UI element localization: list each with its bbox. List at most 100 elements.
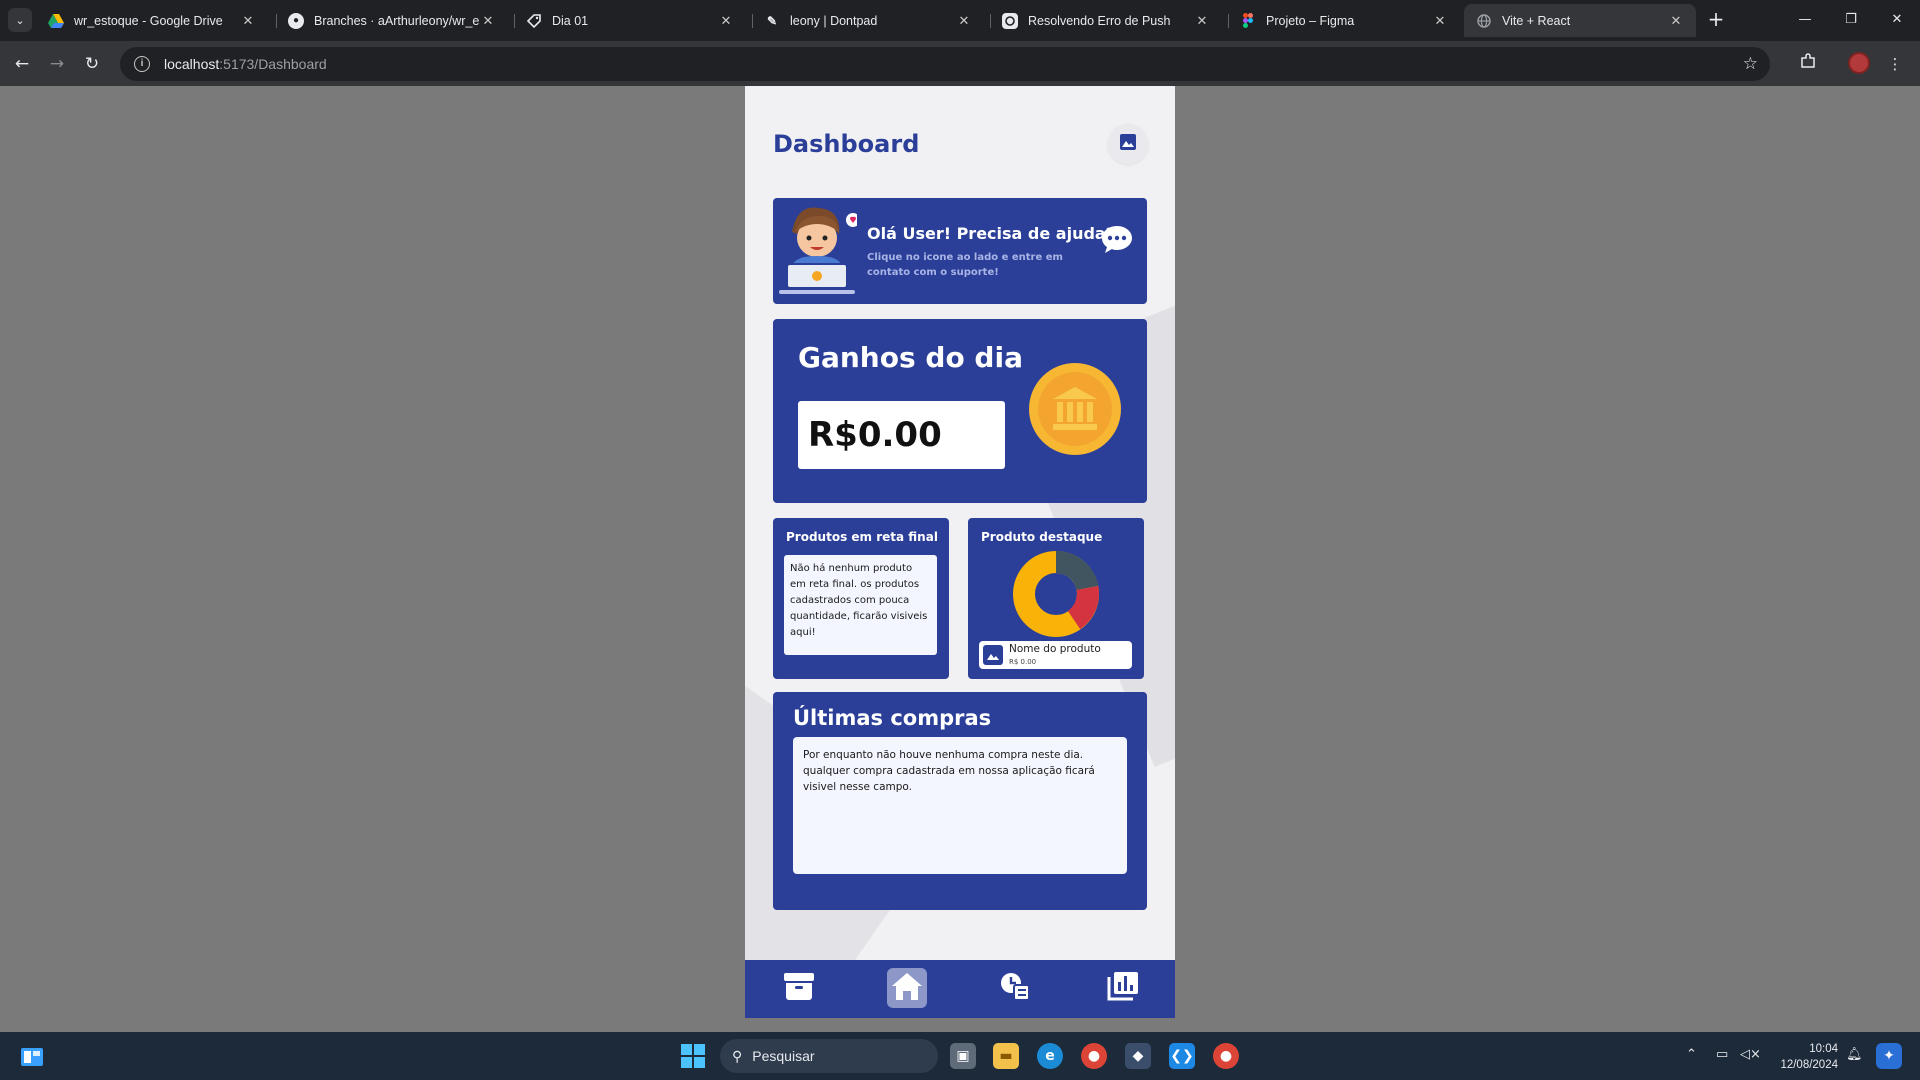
image-icon (983, 645, 1003, 665)
tab-title: Dia 01 (552, 13, 589, 28)
clock-date: 12/08/2024 (1780, 1059, 1838, 1071)
last-purchases-card: Últimas compras Por enquanto não houve n… (773, 692, 1147, 910)
tray-expand-icon[interactable]: ⌃ (1686, 1047, 1697, 1062)
app-header: Dashboard (773, 124, 1148, 184)
last-purchases-title: Últimas compras (793, 706, 992, 730)
home-icon (891, 971, 923, 1005)
final-products-card: Produtos em reta final Não há nenhum pro… (773, 518, 949, 679)
address-bar[interactable]: i localhost:5173/Dashboard ☆ (120, 47, 1770, 81)
widgets-icon[interactable] (20, 1045, 44, 1069)
final-products-title: Produtos em reta final (786, 530, 938, 544)
google-drive-icon (48, 13, 64, 29)
help-card: Olá User! Precisa de ajuda? Clique no ic… (773, 198, 1147, 304)
app-screen: Dashboard Olá User! Precisa de ajuda? Cl… (745, 86, 1175, 1018)
copilot-icon[interactable]: ✦ (1876, 1043, 1902, 1069)
chat-bubble-icon[interactable] (1101, 224, 1133, 258)
info-icon[interactable]: i (134, 56, 150, 72)
help-title: Olá User! Precisa de ajuda? (867, 224, 1115, 243)
network-icon[interactable]: ▭ (1716, 1047, 1728, 1062)
tab-github-branches[interactable]: ● Branches · aArthurleony/wr_esto ✕ (276, 4, 508, 37)
taskbar-clock[interactable]: 10:04 12/08/2024 (1774, 1041, 1838, 1073)
windows-start-icon[interactable] (680, 1043, 706, 1069)
earnings-title: Ganhos do dia (798, 341, 1023, 374)
tab-vite-react[interactable]: Vite + React ✕ (1464, 4, 1696, 37)
taskbar-search-placeholder: Pesquisar (752, 1048, 815, 1064)
edge-icon[interactable]: e (1037, 1043, 1063, 1069)
featured-donut-chart (1012, 550, 1100, 642)
close-icon[interactable]: ✕ (1432, 13, 1448, 29)
box-icon (783, 971, 815, 1005)
tab-dontpad[interactable]: ✎ leony | Dontpad ✕ (752, 4, 984, 37)
close-icon[interactable]: ✕ (718, 13, 734, 29)
earnings-value-box: R$0.00 (798, 401, 1005, 469)
back-button[interactable]: ← (10, 52, 34, 76)
tab-chatgpt[interactable]: Resolvendo Erro de Push ✕ (990, 4, 1222, 37)
taskbar-search[interactable]: ⚲ Pesquisar (720, 1039, 938, 1073)
profile-avatar[interactable] (1848, 52, 1870, 74)
earnings-value: R$0.00 (808, 415, 942, 455)
bookmark-star-icon[interactable]: ☆ (1743, 54, 1758, 74)
dontpad-icon: ✎ (766, 13, 778, 28)
product-price: R$ 0.00 (1009, 658, 1037, 666)
chrome-active-icon[interactable]: ● (1213, 1043, 1239, 1069)
nav-products-button[interactable] (779, 968, 819, 1008)
figma-icon (1240, 13, 1256, 29)
tab-dia-01[interactable]: Dia 01 ✕ (514, 4, 746, 37)
tab-title: leony | Dontpad (790, 13, 878, 28)
windows-taskbar: ⚲ Pesquisar ▣ ▬ e ● ◆ ❮❯ ● ⌃ ▭ ◁× 10:04 … (0, 1032, 1920, 1080)
browser-tab-bar: ⌄ wr_estoque - Google Drive ✕ ● Branches… (0, 0, 1920, 41)
tag-icon (526, 13, 542, 29)
clock-list-icon (999, 971, 1031, 1005)
bottom-navigation (745, 960, 1175, 1018)
tab-title: Projeto – Figma (1266, 13, 1355, 28)
app-icon[interactable]: ◆ (1125, 1043, 1151, 1069)
browser-menu-icon[interactable]: ⋮ (1884, 53, 1906, 75)
chatgpt-icon (1002, 12, 1018, 29)
nav-home-button[interactable] (887, 968, 927, 1008)
tab-title: wr_estoque - Google Drive (74, 13, 223, 28)
nav-history-button[interactable] (995, 968, 1035, 1008)
support-person-illustration (777, 202, 860, 302)
chrome-icon[interactable]: ● (1081, 1043, 1107, 1069)
close-icon[interactable]: ✕ (240, 13, 256, 29)
tab-title: Branches · aArthurleony/wr_esto (314, 13, 480, 28)
reload-button[interactable]: ↻ (80, 52, 104, 76)
clock-time: 10:04 (1809, 1043, 1838, 1055)
file-explorer-icon[interactable]: ▬ (993, 1043, 1019, 1069)
github-icon: ● (288, 12, 304, 29)
volume-muted-icon[interactable]: ◁× (1740, 1047, 1761, 1062)
close-window-button[interactable]: ✕ (1874, 8, 1920, 32)
page-viewport: Dashboard Olá User! Precisa de ajuda? Cl… (0, 86, 1920, 1032)
tab-figma[interactable]: Projeto – Figma ✕ (1228, 4, 1460, 37)
last-purchases-message: Por enquanto não houve nenhuma compra ne… (793, 737, 1127, 874)
task-view-icon[interactable]: ▣ (950, 1043, 976, 1069)
tab-title: Vite + React (1502, 13, 1571, 28)
vscode-icon[interactable]: ❮❯ (1169, 1043, 1195, 1069)
close-icon[interactable]: ✕ (1194, 13, 1210, 29)
featured-product-title: Produto destaque (981, 530, 1103, 544)
featured-product-chip[interactable]: Nome do produto R$ 0.00 (979, 641, 1132, 669)
search-icon: ⚲ (732, 1047, 743, 1064)
browser-toolbar: ← → ↻ i localhost:5173/Dashboard ☆ ⋮ (0, 41, 1920, 86)
help-subtitle: Clique no icone ao lado e entre em conta… (867, 252, 1063, 278)
close-icon[interactable]: ✕ (480, 13, 496, 29)
tab-title: Resolvendo Erro de Push (1028, 13, 1171, 28)
close-icon[interactable]: ✕ (956, 13, 972, 29)
url-host: localhost (164, 56, 220, 72)
chart-icon (1107, 971, 1139, 1005)
restore-button[interactable]: ❐ (1828, 8, 1874, 32)
tab-google-drive[interactable]: wr_estoque - Google Drive ✕ (36, 4, 268, 37)
nav-reports-button[interactable] (1103, 968, 1143, 1008)
tab-search-button[interactable]: ⌄ (8, 8, 32, 32)
forward-button[interactable]: → (45, 52, 69, 76)
extensions-icon[interactable] (1797, 53, 1819, 75)
profile-image-button[interactable] (1108, 124, 1148, 164)
notification-bell-icon[interactable]: 🔔︎ (1846, 1047, 1863, 1062)
earnings-card: Ganhos do dia R$0.00 (773, 319, 1147, 503)
url-path: :5173/Dashboard (219, 56, 327, 72)
bank-coin-icon (1029, 363, 1121, 459)
close-icon[interactable]: ✕ (1668, 13, 1684, 29)
new-tab-button[interactable]: + (1704, 8, 1728, 32)
globe-icon (1476, 13, 1492, 29)
minimize-button[interactable]: — (1782, 8, 1828, 32)
